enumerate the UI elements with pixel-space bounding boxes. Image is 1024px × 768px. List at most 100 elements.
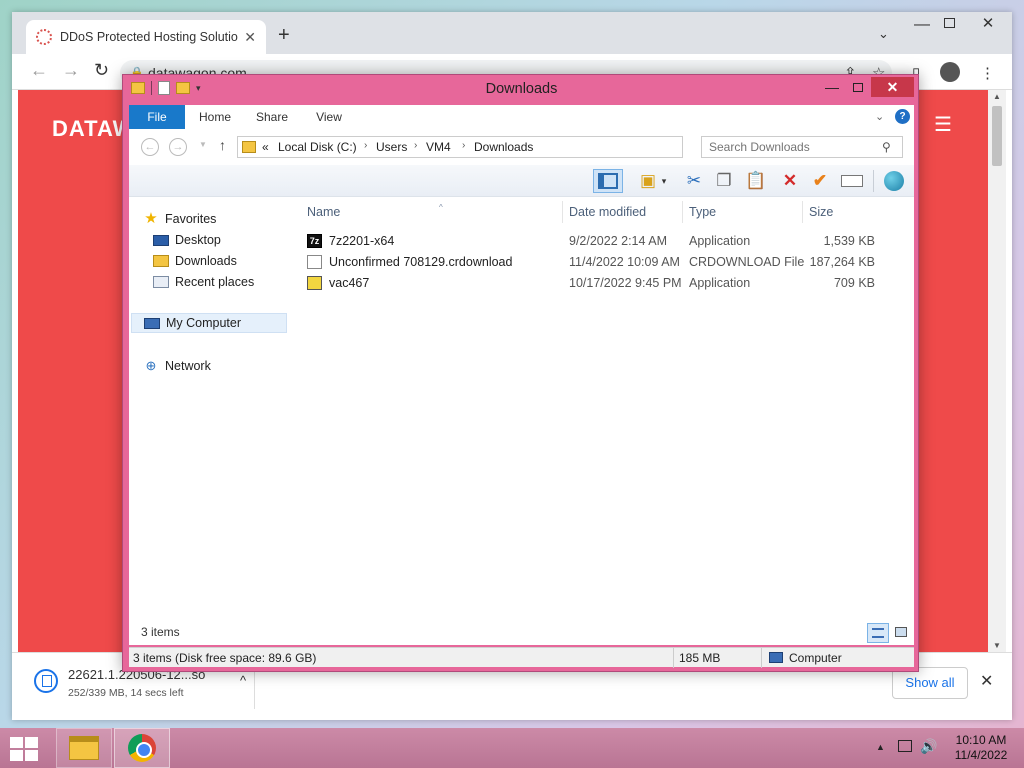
- item-count-bar: 3 items: [129, 621, 914, 645]
- tree-item-recent-places[interactable]: Recent places: [153, 272, 254, 292]
- expand-ribbon-icon[interactable]: ⌄: [875, 110, 884, 123]
- scroll-down-arrow-icon[interactable]: ▼: [993, 641, 1001, 650]
- close-shelf-icon[interactable]: ✕: [980, 671, 993, 691]
- tab-close-icon[interactable]: ✕: [244, 29, 256, 46]
- breadcrumb-users[interactable]: Users: [376, 140, 407, 154]
- tab-view[interactable]: View: [299, 105, 359, 129]
- check-icon[interactable]: ✔: [807, 169, 833, 193]
- chrome-icon: [128, 734, 156, 762]
- profile-avatar[interactable]: [940, 62, 960, 82]
- up-button[interactable]: ↑: [219, 137, 226, 153]
- large-icons-view-icon: [895, 627, 907, 637]
- file-name: Unconfirmed 708129.crdownload: [329, 255, 513, 269]
- tree-item-network[interactable]: ⊕ Network: [143, 356, 211, 376]
- chevron-up-icon[interactable]: ^: [240, 673, 246, 688]
- explorer-titlebar[interactable]: ▾ Downloads — ✕: [123, 75, 920, 105]
- close-button[interactable]: ✕: [871, 77, 914, 97]
- status-size: 185 MB: [679, 651, 721, 665]
- start-button[interactable]: [8, 736, 40, 762]
- file-row[interactable]: 7z 7z2201-x64 9/2/2022 2:14 AM Applicati…: [303, 231, 893, 251]
- search-icon[interactable]: ⚲: [882, 140, 891, 154]
- browser-tab[interactable]: DDoS Protected Hosting Solution ✕: [26, 20, 266, 54]
- breadcrumb-local-disk[interactable]: Local Disk (C:): [278, 140, 357, 154]
- browser-maximize-button[interactable]: [944, 18, 955, 28]
- item-count: 3 items: [141, 625, 180, 639]
- browser-close-button[interactable]: ✕: [968, 12, 1008, 34]
- command-bar: ▣ ▾ ✂ ❐ 📋 ✕ ✔: [129, 165, 914, 197]
- paste-icon[interactable]: 📋: [743, 169, 769, 193]
- maximize-button[interactable]: [845, 77, 871, 97]
- menu-kebab-icon[interactable]: ⋮: [980, 64, 995, 82]
- navigation-row: ← → ▼ ↑ « Local Disk (C:) › Users › VM4 …: [129, 129, 914, 165]
- minimize-button[interactable]: —: [819, 77, 845, 97]
- breadcrumb-separator[interactable]: ›: [364, 140, 367, 151]
- tab-home[interactable]: Home: [185, 105, 245, 129]
- browser-minimize-button[interactable]: —: [914, 16, 930, 34]
- breadcrumb-separator[interactable]: ›: [462, 140, 465, 151]
- taskbar-chrome[interactable]: [114, 728, 170, 768]
- preview-pane-button[interactable]: [593, 169, 623, 193]
- network-icon: ⊕: [145, 358, 157, 373]
- page-scrollbar[interactable]: ▲ ▼: [988, 90, 1006, 652]
- divider: [873, 170, 874, 192]
- globe-button[interactable]: [881, 169, 907, 193]
- file-row[interactable]: vac467 10/17/2022 9:45 PM Application 70…: [303, 273, 893, 293]
- file-name: 7z2201-x64: [329, 234, 395, 248]
- tree-item-my-computer[interactable]: My Computer: [131, 313, 287, 333]
- folder-icon: [242, 141, 256, 153]
- show-hidden-icons[interactable]: ▲: [876, 742, 885, 752]
- column-header-name[interactable]: Name ^: [301, 201, 563, 223]
- ribbon-tabs: File Home Share View ⌄ ?: [129, 105, 914, 129]
- tab-search-icon[interactable]: ⌄: [878, 26, 889, 42]
- forward-button[interactable]: →: [169, 138, 187, 156]
- search-input[interactable]: [702, 137, 882, 157]
- hamburger-menu-icon[interactable]: ☰: [934, 112, 952, 137]
- breadcrumb-vm4[interactable]: VM4: [426, 140, 451, 154]
- rename-button[interactable]: [837, 169, 867, 193]
- tree-item-downloads[interactable]: Downloads: [153, 251, 237, 271]
- copy-icon[interactable]: ❐: [711, 169, 737, 193]
- cut-icon[interactable]: ✂: [681, 169, 707, 193]
- details-view-button[interactable]: [867, 623, 889, 643]
- tree-item-desktop[interactable]: Desktop: [153, 230, 221, 250]
- search-box: ⚲: [701, 136, 903, 158]
- rename-icon: [841, 175, 863, 187]
- file-row[interactable]: Unconfirmed 708129.crdownload 11/4/2022 …: [303, 252, 893, 272]
- large-icons-view-button[interactable]: [893, 624, 909, 640]
- volume-icon[interactable]: 🔊: [920, 738, 937, 755]
- properties-dropdown-icon[interactable]: ▾: [657, 169, 671, 193]
- tab-file[interactable]: File: [129, 105, 185, 129]
- tree-item-favorites[interactable]: ★ Favorites: [143, 209, 216, 229]
- windows-logo-icon: [10, 737, 23, 748]
- scroll-thumb[interactable]: [992, 106, 1002, 166]
- address-prefix[interactable]: «: [262, 140, 269, 154]
- scroll-up-arrow-icon[interactable]: ▲: [993, 92, 1001, 101]
- star-icon: ★: [144, 210, 158, 227]
- recent-locations-icon[interactable]: ▼: [199, 140, 207, 149]
- file-size: 187,264 KB: [809, 255, 875, 269]
- forward-button[interactable]: →: [62, 60, 80, 81]
- reload-button[interactable]: ↻: [94, 60, 109, 81]
- network-tray-icon[interactable]: [898, 740, 912, 752]
- breadcrumb-downloads[interactable]: Downloads: [474, 140, 533, 154]
- windows-logo-icon: [25, 737, 38, 748]
- new-tab-button[interactable]: +: [278, 24, 290, 47]
- tab-share[interactable]: Share: [245, 105, 299, 129]
- delete-icon[interactable]: ✕: [777, 169, 803, 193]
- back-button[interactable]: ←: [30, 60, 48, 81]
- breadcrumb-separator[interactable]: ›: [414, 140, 417, 151]
- column-header-size[interactable]: Size: [803, 201, 881, 223]
- taskbar-file-explorer[interactable]: [56, 728, 112, 768]
- navigation-pane: ★ Favorites Desktop Downloads Recent pla…: [129, 197, 289, 643]
- site-favicon-icon: [36, 29, 52, 45]
- help-icon[interactable]: ?: [895, 109, 910, 124]
- column-label: Name: [307, 205, 341, 219]
- column-header-date-modified[interactable]: Date modified: [563, 201, 683, 223]
- back-button[interactable]: ←: [141, 138, 159, 156]
- system-clock[interactable]: 10:10 AM 11/4/2022: [946, 733, 1016, 763]
- column-header-type[interactable]: Type: [683, 201, 803, 223]
- status-bar: 3 items (Disk free space: 89.6 GB) 185 M…: [129, 647, 914, 668]
- address-bar[interactable]: « Local Disk (C:) › Users › VM4 › Downlo…: [237, 136, 787, 158]
- details-view-icon: [872, 628, 884, 638]
- tree-item-label: My Computer: [166, 316, 242, 330]
